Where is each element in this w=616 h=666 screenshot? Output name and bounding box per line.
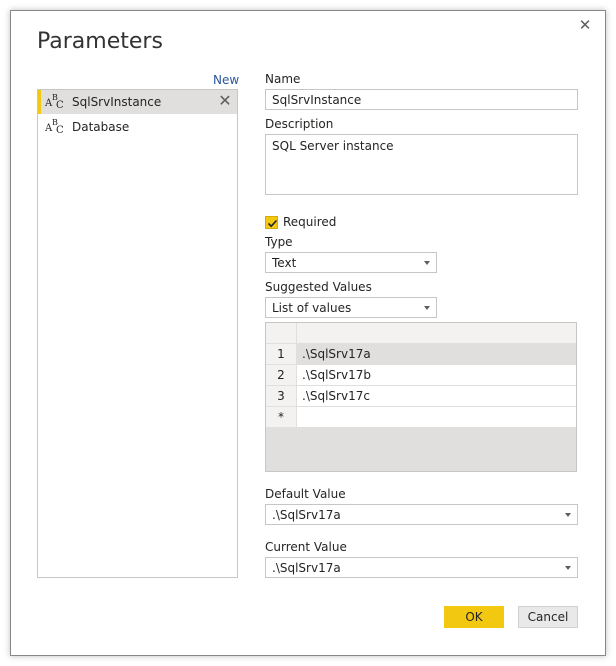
chevron-down-icon [565,513,571,517]
row-number: 1 [266,344,297,364]
new-parameter-link[interactable]: New [213,73,239,87]
dialog-title: Parameters [37,29,163,54]
type-label: Type [265,235,293,249]
chevron-down-icon [565,566,571,570]
row-value[interactable]: .\SqlSrv17c [297,386,576,406]
default-value-label: Default Value [265,487,346,501]
row-value[interactable] [297,407,576,427]
description-field[interactable]: SQL Server instance [265,134,578,195]
close-icon[interactable]: ✕ [577,17,593,33]
suggested-values-select-value: List of values [272,301,352,315]
table-row[interactable]: 3 .\SqlSrv17c [266,386,576,407]
parameter-list: ABC SqlSrvInstance ✕ ABC Database [37,89,238,578]
parameter-item-label: SqlSrvInstance [72,95,162,109]
row-value[interactable]: .\SqlSrv17b [297,365,576,385]
row-number-header [266,323,297,343]
row-value[interactable]: .\SqlSrv17a [297,344,576,364]
close-icon[interactable]: ✕ [217,93,233,109]
row-number: 2 [266,365,297,385]
table-new-row[interactable]: * [266,407,576,428]
name-label: Name [265,72,301,86]
row-number: * [266,407,297,427]
row-number: 3 [266,386,297,406]
chevron-down-icon [424,261,430,265]
table-row[interactable]: 1 .\SqlSrv17a [266,344,576,365]
abc-text-icon: ABC [45,93,64,111]
current-value-select-value: .\SqlSrv17a [272,561,341,575]
parameter-item-database[interactable]: ABC Database [38,115,237,139]
value-column-header [297,323,576,343]
suggested-values-select[interactable]: List of values [265,297,437,318]
current-value-select[interactable]: .\SqlSrv17a [265,557,578,578]
parameters-dialog: ✕ Parameters New ABC SqlSrvInstance ✕ AB… [10,10,606,656]
values-table: 1 .\SqlSrv17a 2 .\SqlSrv17b 3 .\SqlSrv17… [265,322,577,472]
abc-text-icon: ABC [45,118,64,136]
parameter-item-sqlsrvinstance[interactable]: ABC SqlSrvInstance ✕ [38,90,237,114]
required-label: Required [283,215,337,229]
ok-button[interactable]: OK [444,606,504,628]
current-value-label: Current Value [265,540,347,554]
default-value-select[interactable]: .\SqlSrv17a [265,504,578,525]
suggested-values-label: Suggested Values [265,280,372,294]
type-select-value: Text [272,256,297,270]
table-header-row [266,323,576,344]
type-select[interactable]: Text [265,252,437,273]
name-field[interactable]: SqlSrvInstance [265,89,578,110]
check-icon [267,219,278,228]
description-label: Description [265,117,334,131]
required-checkbox[interactable] [265,216,278,229]
default-value-select-value: .\SqlSrv17a [272,508,341,522]
chevron-down-icon [424,306,430,310]
parameter-item-label: Database [72,120,130,134]
table-row[interactable]: 2 .\SqlSrv17b [266,365,576,386]
cancel-button[interactable]: Cancel [518,606,578,628]
